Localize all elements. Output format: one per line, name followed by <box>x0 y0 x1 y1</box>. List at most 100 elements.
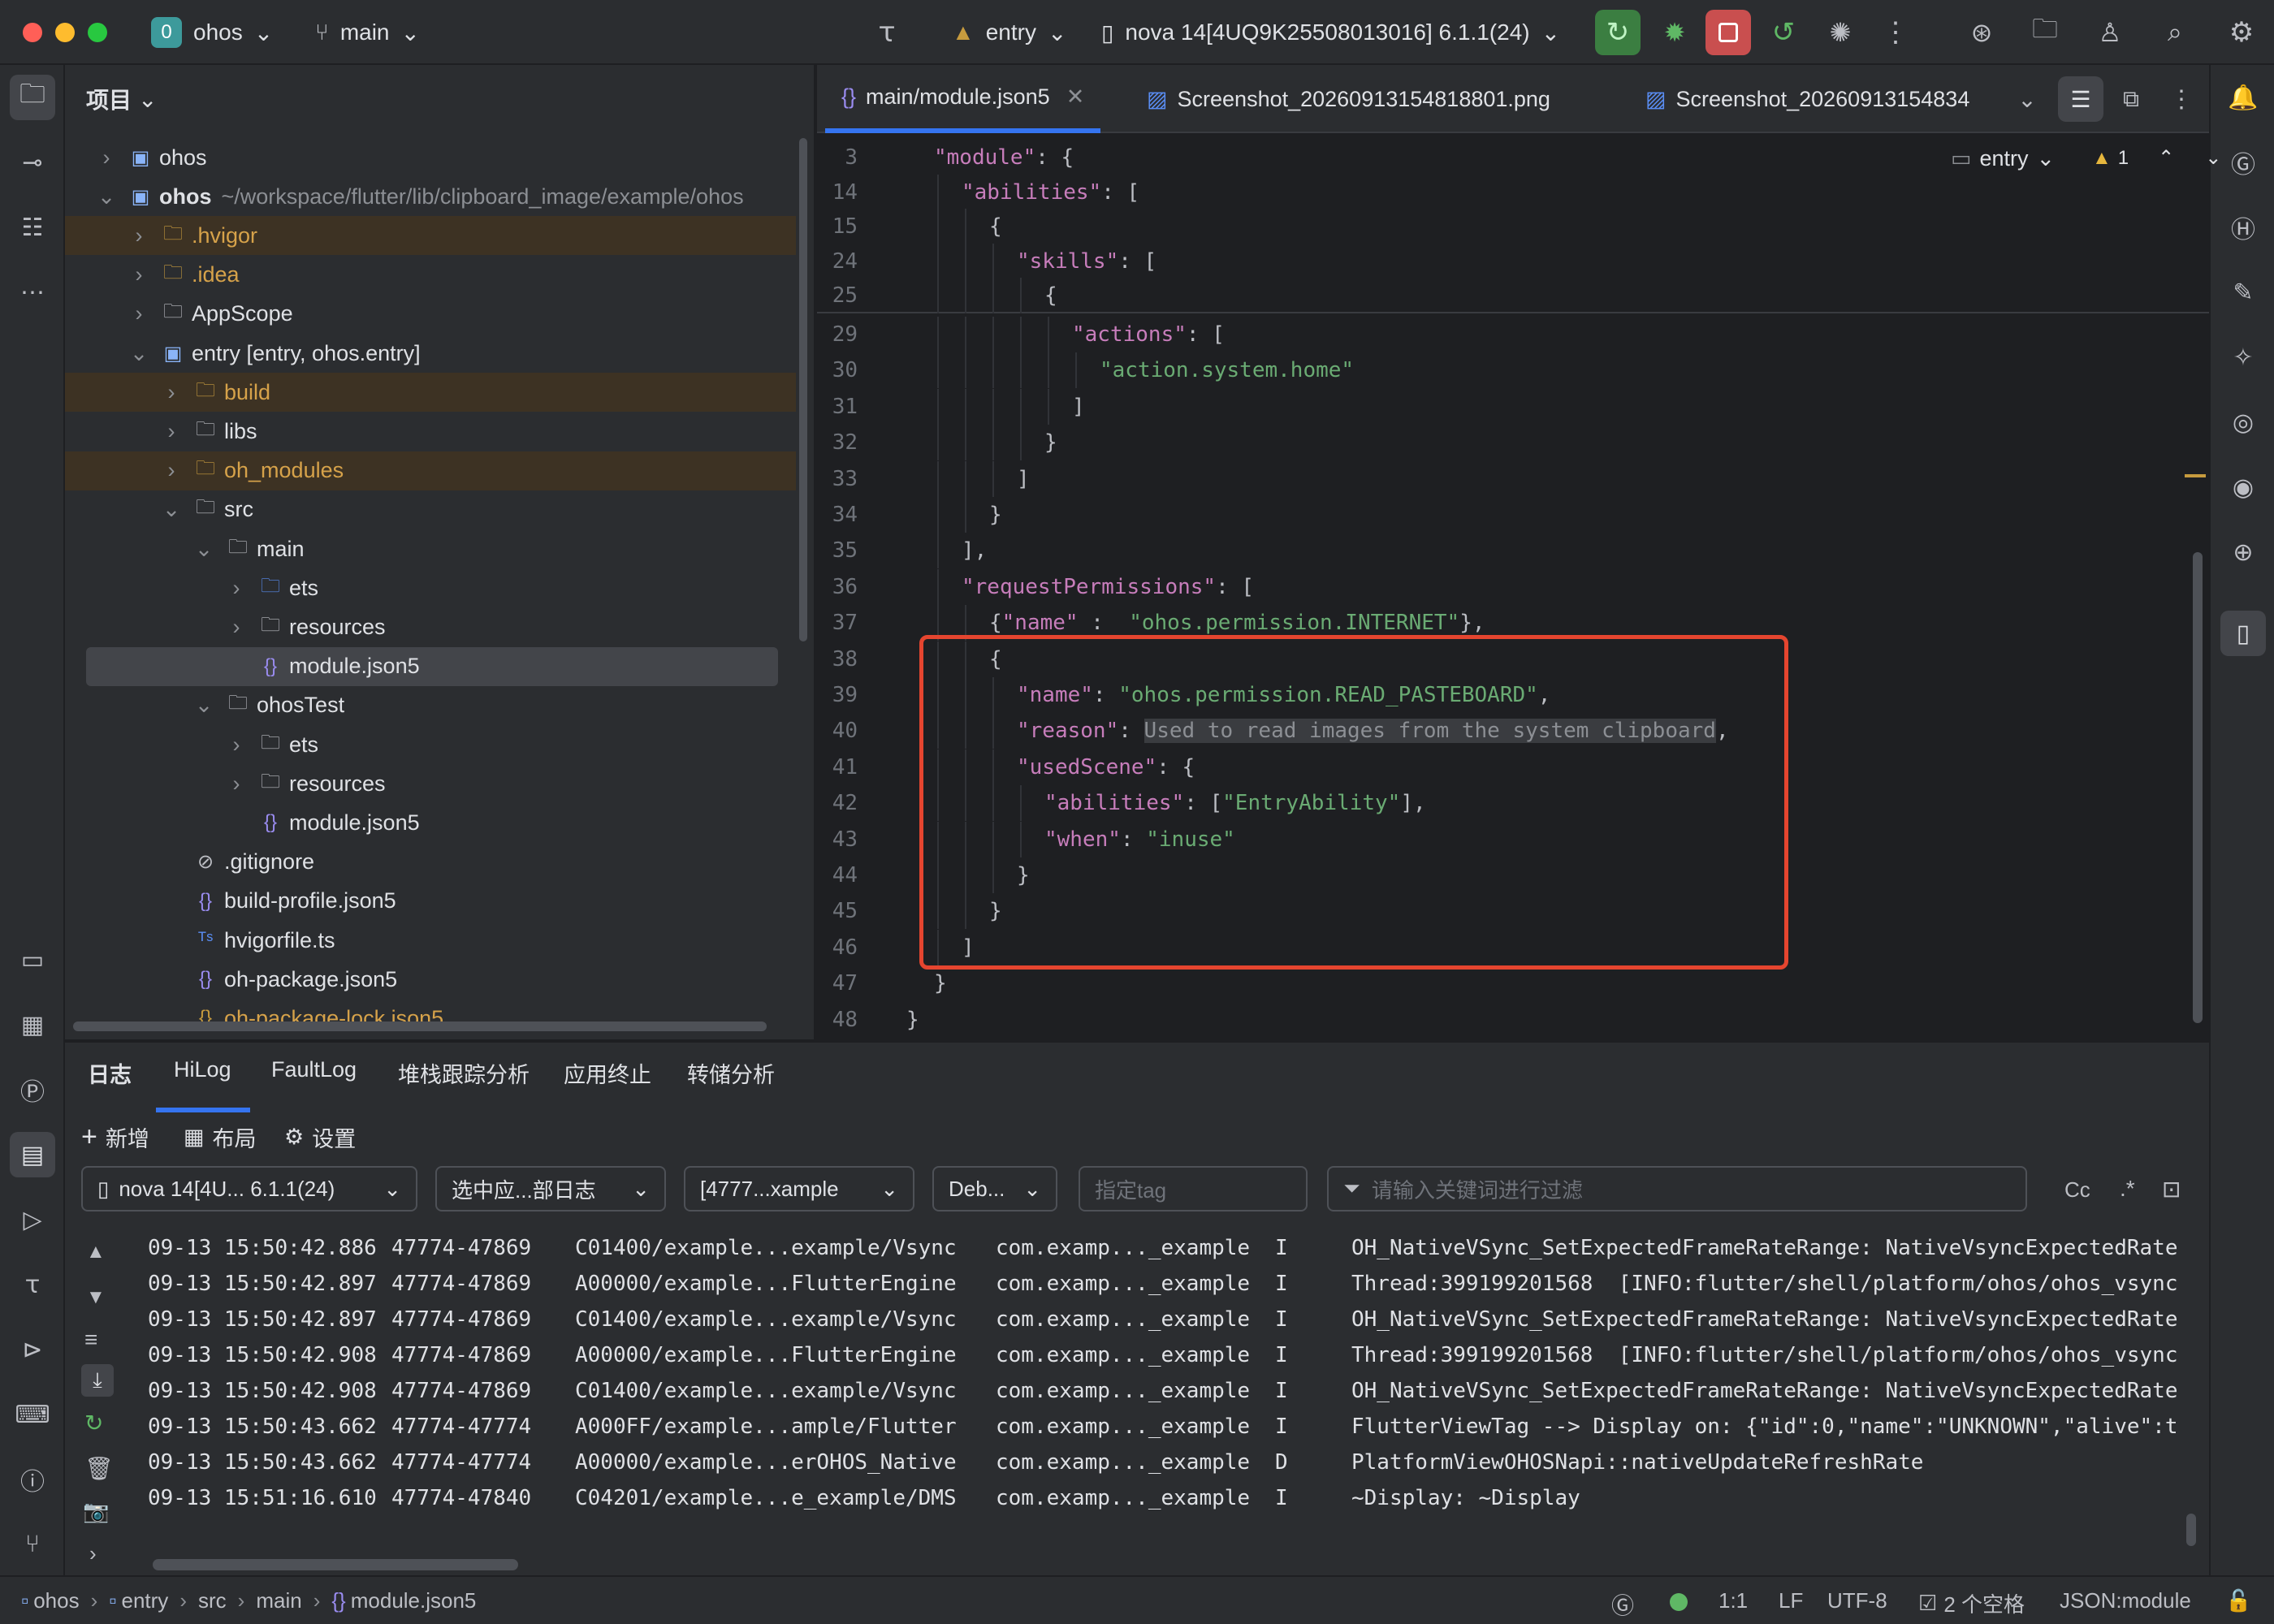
tree-item[interactable]: › 🗀 libs <box>65 412 796 451</box>
editor-tab-screenshot-2[interactable]: ▨ Screenshot_20260913154834 <box>1629 65 2003 133</box>
log-vertical-scrollbar[interactable] <box>2186 1514 2196 1546</box>
tab-dump-analysis[interactable]: 转储分析 <box>687 1057 775 1089</box>
tree-item[interactable]: ⌄ ▣ entry [entry, ohos.entry] <box>65 334 796 373</box>
code-with-me-icon[interactable]: ⊛ <box>1959 10 2004 55</box>
breadcrumb-item[interactable]: ▫ ohos <box>21 1588 80 1613</box>
project-panel-header[interactable]: 项目 ⌄ <box>86 83 157 115</box>
connection-status-icon[interactable] <box>1670 1593 1688 1611</box>
add-log-button[interactable]: + 新增 <box>81 1114 149 1160</box>
device-preview-icon[interactable]: ▯ <box>2220 611 2266 656</box>
context-selector[interactable]: ▭ entry ⌄ <box>1951 146 2055 171</box>
editor-tab-module-json5[interactable]: {} main/module.json5 ✕ <box>825 65 1101 133</box>
inspection-widget[interactable]: ▲ 1 ⌃ ⌄ <box>2092 146 2221 170</box>
close-tab-icon[interactable]: ✕ <box>1066 84 1085 110</box>
tab-hilog[interactable]: HiLog <box>174 1057 231 1082</box>
breadcrumb-item[interactable]: {} module.json5 <box>331 1588 476 1613</box>
device-selector[interactable]: ▯ nova 14[4UQ9K25508013016] 6.1.1(24) ⌄ <box>1101 11 1560 54</box>
build-icon[interactable]: ꚍ <box>10 1262 55 1307</box>
breadcrumb-item[interactable]: main <box>256 1588 301 1613</box>
log-icon[interactable]: ▤ <box>10 1132 55 1177</box>
layout-button[interactable]: ▦ 布局 <box>184 1114 257 1160</box>
tree-item[interactable]: › 🗀 .hvigor <box>65 216 796 256</box>
tree-item[interactable]: {} module.json5 <box>86 646 778 686</box>
chevron-down-icon[interactable]: ⌄ <box>130 341 149 365</box>
chevron-right-icon[interactable]: › <box>130 262 148 287</box>
problems-icon[interactable]: ⓘ <box>10 1457 55 1502</box>
chevron-right-icon[interactable]: › <box>130 223 148 248</box>
device-manager-icon[interactable]: ▭ <box>10 937 55 983</box>
cursor-position[interactable]: 1:1 <box>1718 1588 1748 1613</box>
chevron-right-icon[interactable]: › <box>97 145 115 170</box>
more-icon[interactable]: ⋮ <box>1873 10 1918 55</box>
tabs-dropdown-icon[interactable]: ⌄ <box>2004 76 2050 122</box>
more-tools-icon[interactable]: ⋯ <box>10 270 55 315</box>
minimize-window-button[interactable] <box>55 23 75 42</box>
chevron-down-icon[interactable]: ⌄ <box>195 693 214 717</box>
chevron-up-icon[interactable]: ⌃ <box>2158 146 2174 170</box>
settings-gear-icon[interactable]: ⚙ <box>2219 10 2264 55</box>
tree-item[interactable]: › 🗀 build <box>65 373 796 412</box>
log-horizontal-scrollbar[interactable] <box>153 1559 518 1570</box>
tree-horizontal-scrollbar[interactable] <box>73 1021 767 1031</box>
chevron-right-icon[interactable]: › <box>162 419 180 443</box>
profiler-p-icon[interactable]: Ⓟ <box>10 1067 55 1112</box>
chevron-right-icon[interactable]: › <box>130 301 148 326</box>
edit-note-icon[interactable]: ✎ <box>2220 270 2266 315</box>
tree-item[interactable]: {} module.json5 <box>65 803 796 842</box>
chevron-right-icon[interactable]: › <box>162 380 180 404</box>
project-folder-icon[interactable]: 🗀 <box>2022 10 2068 55</box>
tab-stack-trace[interactable]: 堆栈跟踪分析 <box>398 1057 530 1089</box>
git-icon[interactable]: ⑂ <box>10 1522 55 1567</box>
layout-inspector-icon[interactable]: ▦ <box>10 1002 55 1047</box>
tab-app-freeze[interactable]: 应用终止 <box>564 1057 651 1089</box>
app-filter-select[interactable]: 选中应...部日志 ⌄ <box>435 1166 666 1212</box>
tree-item[interactable]: › 🗀 AppScope <box>65 295 796 334</box>
chevron-down-icon[interactable]: ⌄ <box>195 537 214 561</box>
log-settings-button[interactable]: ⚙ 设置 <box>284 1114 356 1160</box>
chevron-right-icon[interactable]: › <box>227 732 245 757</box>
build-tool-icon[interactable]: ꚍ <box>864 10 910 55</box>
chevron-down-icon[interactable]: ⌄ <box>162 497 181 521</box>
structure-icon[interactable]: ☷ <box>10 205 55 250</box>
codegenie-status-icon[interactable]: Ⓖ <box>1611 1588 1634 1621</box>
search-icon[interactable]: ⌕ <box>2152 10 2198 55</box>
profiler-icon[interactable]: ✺ <box>1818 10 1863 55</box>
tree-item[interactable]: › 🗀 resources <box>65 764 796 803</box>
file-encoding[interactable]: UTF-8 <box>1827 1588 1887 1613</box>
editor-tab-screenshot-1[interactable]: ▨ Screenshot_20260913154818801.png <box>1131 65 1567 133</box>
tab-faultlog[interactable]: FaultLog <box>271 1057 357 1082</box>
harmony-icon[interactable]: Ⓗ <box>2220 205 2266 250</box>
lock-icon[interactable]: 🔓 <box>2225 1588 2251 1613</box>
rerun-icon[interactable]: ↻ <box>1595 10 1641 55</box>
tree-item[interactable]: › 🗀 resources <box>65 607 796 646</box>
breadcrumb-item[interactable]: src <box>198 1588 227 1613</box>
tree-item[interactable]: › 🗀 oh_modules <box>65 451 796 490</box>
chevron-right-icon[interactable]: › <box>227 771 245 796</box>
indent-setting[interactable]: ☑ 2 个空格 <box>1918 1588 2025 1618</box>
log-row[interactable]: 09-13 15:51:16.610 47774-47840 C04201/exam… <box>65 1479 2177 1515</box>
log-row[interactable]: 09-13 15:50:42.897 47774-47869 A00000/exam… <box>65 1265 2177 1301</box>
tree-item[interactable]: › 🗀 ets <box>65 725 796 764</box>
chevron-right-icon[interactable]: › <box>162 458 180 482</box>
process-filter-select[interactable]: [4777...xample ⌄ <box>684 1166 914 1212</box>
zoom-window-button[interactable] <box>88 23 107 42</box>
tree-item[interactable]: ⊘ .gitignore <box>65 843 796 882</box>
apply-changes-icon[interactable]: ↺ <box>1761 10 1806 55</box>
tree-item[interactable]: ⌄ 🗀 ohosTest <box>65 686 796 725</box>
split-view-icon[interactable]: ⧉ <box>2108 76 2154 122</box>
breadcrumb-item[interactable]: ▫ entry <box>109 1588 168 1613</box>
tree-item[interactable]: ⌄ ▣ ohos ~/workspace/flutter/lib/clipboard_… <box>65 177 796 216</box>
log-row[interactable]: 09-13 15:50:43.662 47774-47774 A00000/exam… <box>65 1444 2177 1479</box>
match-case-toggle[interactable]: Cc <box>2064 1177 2090 1203</box>
line-separator[interactable]: LF <box>1779 1588 1803 1613</box>
regex-toggle[interactable]: .* <box>2120 1176 2135 1202</box>
robot-icon[interactable]: ⊕ <box>2220 529 2266 575</box>
chevron-down-icon[interactable]: ⌄ <box>97 184 116 209</box>
plugin-icon[interactable]: ✧ <box>2220 335 2266 380</box>
editor-more-icon[interactable]: ⋮ <box>2159 76 2204 122</box>
commit-icon[interactable]: ⊸ <box>10 140 55 185</box>
tree-item[interactable]: ⌄ 🗀 main <box>65 529 796 568</box>
tree-item[interactable]: › ▣ ohos <box>65 138 796 177</box>
log-row[interactable]: 09-13 15:50:42.886 47774-47869 C01400/exam… <box>65 1229 2177 1265</box>
editor-scrollbar[interactable] <box>2193 552 2203 1023</box>
